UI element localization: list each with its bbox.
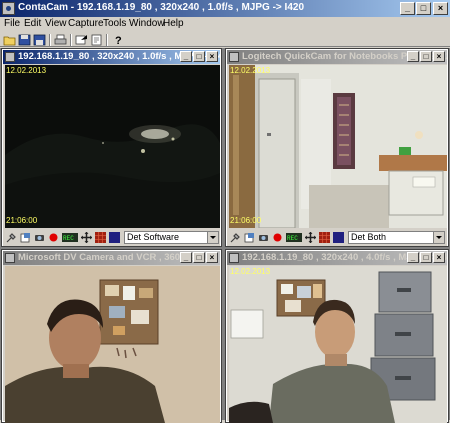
camera-4-maximize-button[interactable]: □ (420, 252, 432, 263)
save-icon[interactable] (33, 34, 46, 46)
color-icon[interactable] (109, 232, 120, 243)
camera-2-close-button[interactable]: × (433, 51, 445, 62)
menu-capture[interactable]: Capture (68, 18, 104, 29)
camera-2-date-stamp: 12.02.2013 (230, 66, 271, 75)
grid-icon[interactable] (95, 232, 106, 243)
app-icon[interactable] (2, 2, 15, 15)
edit-icon[interactable] (90, 34, 103, 46)
app-title: ContaCam - 192.168.1.19_80 , 320x240 , 1… (18, 2, 305, 13)
open-icon[interactable] (18, 34, 31, 46)
grid-icon[interactable] (319, 232, 330, 243)
camera-1-night-scene (5, 65, 220, 228)
record-icon[interactable] (48, 232, 59, 243)
camera-3-close-button[interactable]: × (206, 252, 218, 263)
svg-text:?: ? (115, 35, 122, 46)
camera-2-video[interactable]: 12.02.2013 21:06:00 (229, 65, 447, 228)
close-button[interactable]: × (433, 2, 448, 15)
main-title-bar[interactable]: ContaCam - 192.168.1.19_80 , 320x240 , 1… (0, 0, 450, 17)
camera-1-time-stamp: 21:06:00 (6, 216, 38, 225)
camera-1-minimize-button[interactable]: _ (180, 51, 192, 62)
menu-window[interactable]: Window (129, 18, 165, 29)
camera-1-controls: REC Det Software (3, 229, 220, 246)
camera-3-video[interactable] (5, 266, 220, 423)
camera-4-date-stamp: 12.02.2013 (230, 267, 271, 276)
color-icon[interactable] (333, 232, 344, 243)
camera-icon (5, 52, 15, 62)
snapshot-icon[interactable] (20, 232, 31, 243)
menu-edit[interactable]: Edit (24, 18, 41, 29)
camera-2-minimize-button[interactable]: _ (407, 51, 419, 62)
display-icon[interactable]: REC (62, 232, 78, 243)
settings-icon[interactable] (6, 232, 17, 243)
main-toolbar: ? (0, 33, 450, 47)
camera-2-hallway-scene (229, 65, 447, 228)
camera-4-title-bar[interactable]: 192.168.1.19_80 , 320x240 , 4.0f/s , MJP… (227, 251, 447, 265)
camera-window-4[interactable]: 192.168.1.19_80 , 320x240 , 4.0f/s , MJP… (225, 249, 449, 423)
move-icon[interactable] (81, 232, 92, 243)
display-icon[interactable]: REC (286, 232, 302, 243)
camera-icon[interactable] (258, 232, 269, 243)
camera-window-1[interactable]: 192.168.1.19_80 , 320x240 , 1.0f/s , MJP… (1, 48, 222, 247)
chevron-down-icon[interactable] (207, 232, 218, 243)
camera-3-person-scene (5, 266, 220, 423)
snapshot-icon[interactable] (244, 232, 255, 243)
contacam-app: ContaCam - 192.168.1.19_80 , 320x240 , 1… (0, 0, 450, 423)
toolbar-separator (70, 34, 72, 46)
svg-text:REC: REC (63, 235, 74, 242)
camera-1-video[interactable]: 12.02.2013 21:06:00 (5, 65, 220, 228)
menu-file[interactable]: File (4, 18, 20, 29)
menu-tools[interactable]: Tools (103, 18, 126, 29)
camera-2-detection-select[interactable]: Det Both (348, 231, 445, 244)
camera-2-title-bar[interactable]: Logitech QuickCam for Notebooks Pro , 32… (227, 50, 447, 64)
camera-3-maximize-button[interactable]: □ (193, 252, 205, 263)
toolbar-separator (49, 34, 51, 46)
camera-1-date-stamp: 12.02.2013 (6, 66, 47, 75)
help-icon[interactable]: ? (111, 34, 124, 46)
maximize-button[interactable]: □ (416, 2, 431, 15)
camera-3-title-bar[interactable]: Microsoft DV Camera and VCR , 360x288 , … (3, 251, 220, 265)
camera-icon (229, 52, 239, 62)
camera-2-controls: REC Det Both (227, 229, 447, 246)
camera-2-detection-value: Det Both (351, 232, 387, 242)
camera-1-close-button[interactable]: × (206, 51, 218, 62)
camera-1-title-bar[interactable]: 192.168.1.19_80 , 320x240 , 1.0f/s , MJP… (3, 50, 220, 64)
minimize-button[interactable]: _ (400, 2, 415, 15)
camera-icon (5, 253, 15, 263)
svg-text:REC: REC (287, 235, 298, 242)
menu-bar: File Edit View Capture Tools Window Help (0, 17, 450, 33)
settings-icon[interactable] (230, 232, 241, 243)
camera-1-detection-value: Det Software (127, 232, 180, 242)
camera-1-maximize-button[interactable]: □ (193, 51, 205, 62)
new-icon[interactable] (3, 34, 16, 46)
camera-2-maximize-button[interactable]: □ (420, 51, 432, 62)
capture-icon[interactable] (75, 34, 88, 46)
menu-help[interactable]: Help (163, 18, 184, 29)
move-icon[interactable] (305, 232, 316, 243)
chevron-down-icon[interactable] (433, 232, 444, 243)
camera-1-detection-select[interactable]: Det Software (124, 231, 219, 244)
camera-4-office-scene (229, 266, 447, 423)
camera-3-minimize-button[interactable]: _ (180, 252, 192, 263)
camera-icon[interactable] (34, 232, 45, 243)
menu-view[interactable]: View (45, 18, 67, 29)
record-icon[interactable] (272, 232, 283, 243)
camera-4-video[interactable]: 12.02.2013 (229, 266, 447, 423)
print-icon[interactable] (54, 34, 67, 46)
toolbar-separator (106, 34, 108, 46)
camera-2-time-stamp: 21:06:00 (230, 216, 262, 225)
camera-icon (229, 253, 239, 263)
camera-window-2[interactable]: Logitech QuickCam for Notebooks Pro , 32… (225, 48, 449, 247)
camera-window-3[interactable]: Microsoft DV Camera and VCR , 360x288 , … (1, 249, 222, 423)
camera-4-close-button[interactable]: × (433, 252, 445, 263)
mdi-workspace: 192.168.1.19_80 , 320x240 , 1.0f/s , MJP… (0, 48, 450, 423)
camera-4-minimize-button[interactable]: _ (407, 252, 419, 263)
